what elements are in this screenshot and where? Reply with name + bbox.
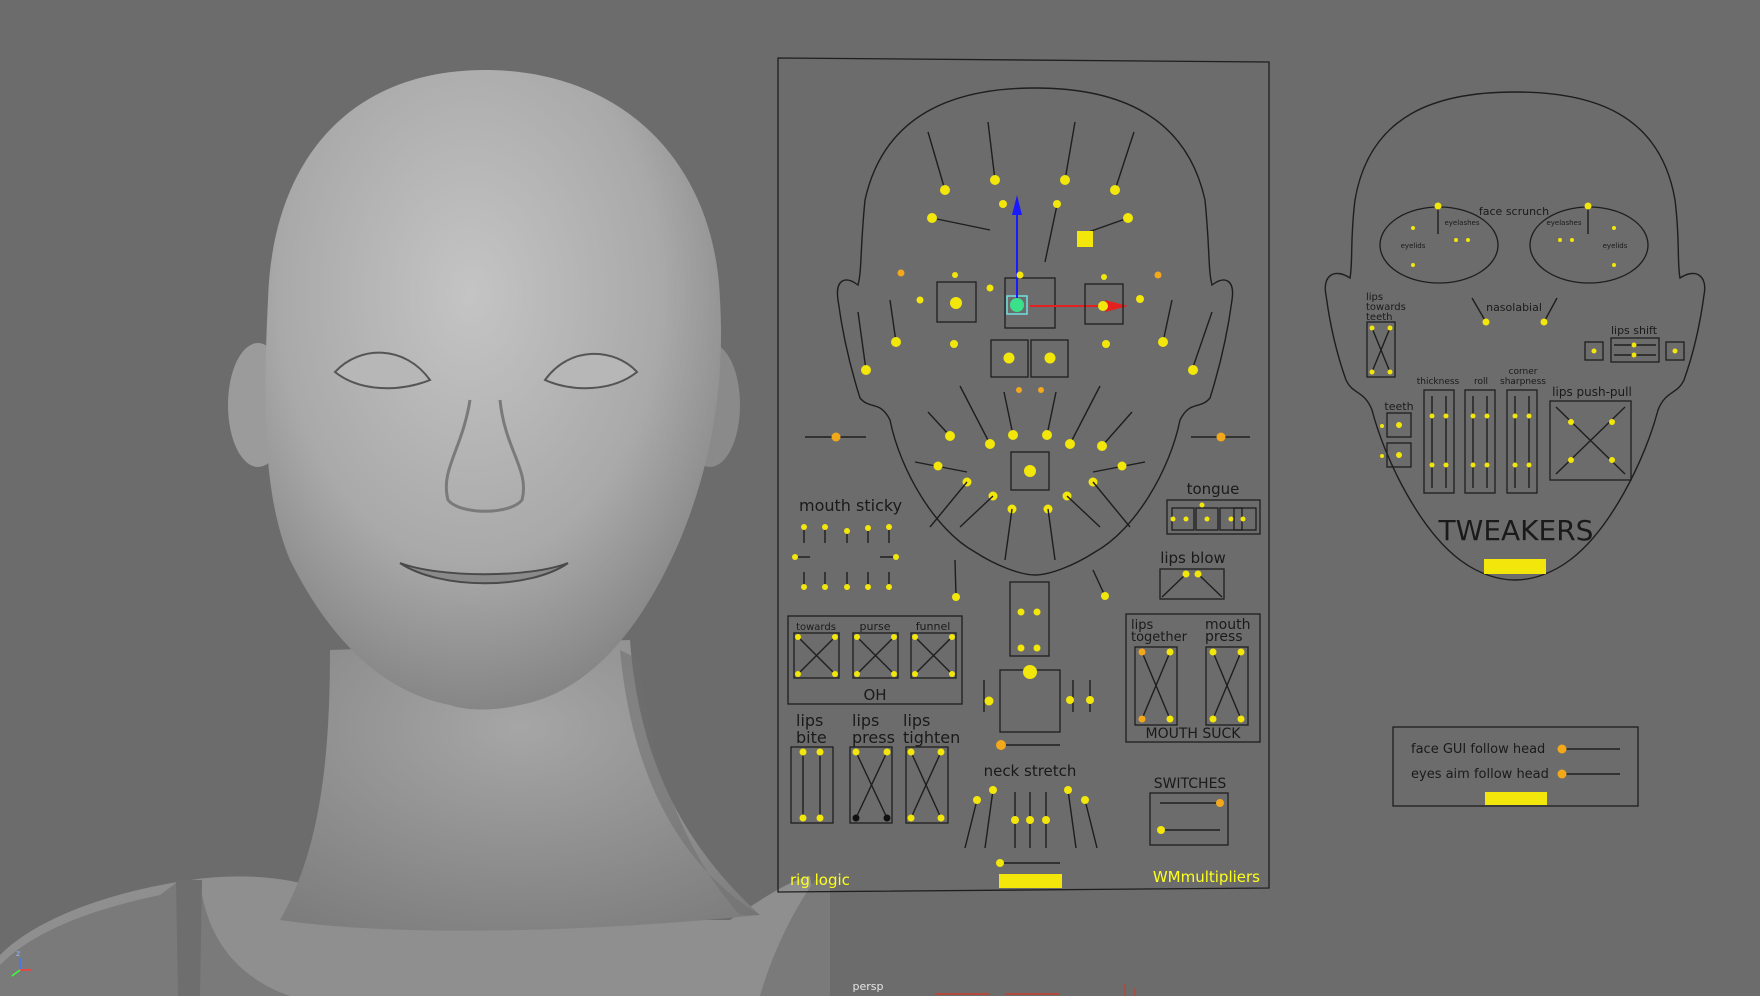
face-gui-follow-head-label: face GUI follow head bbox=[1411, 742, 1545, 757]
corner-sharpness-label-2: sharpness bbox=[1500, 377, 1546, 387]
nasolabial-group[interactable]: nasolabial bbox=[1471, 297, 1558, 326]
lips-bite-label-2: bite bbox=[796, 728, 827, 747]
switches-label: SWITCHES bbox=[1154, 776, 1227, 792]
tweakers-title: TWEAKERS bbox=[1438, 514, 1594, 547]
eyes-aim-follow-handle[interactable] bbox=[1557, 769, 1567, 779]
mouth-suck-group[interactable]: lips together mouth press MOUTH SUCK bbox=[1125, 613, 1261, 743]
wm-multipliers-label[interactable]: WMmultipliers bbox=[1153, 868, 1260, 886]
lips-blow-label: lips blow bbox=[1160, 549, 1226, 567]
face-gui-follow-handle[interactable] bbox=[1557, 744, 1567, 754]
lips-push-pull-label: lips push-pull bbox=[1552, 385, 1632, 399]
eye-controls-right[interactable] bbox=[1084, 271, 1213, 376]
oh-towards-label: towards bbox=[796, 622, 836, 633]
head-model[interactable] bbox=[0, 70, 830, 996]
main-panel-select-bar[interactable] bbox=[999, 874, 1062, 888]
lips-bite-group[interactable]: lips bite bbox=[790, 711, 834, 824]
eyelashes-right-label: eyelashes bbox=[1546, 219, 1581, 227]
teeth-group[interactable]: teeth bbox=[1380, 400, 1414, 468]
mouth-press-label-2: press bbox=[1205, 629, 1243, 645]
eye-controls-left[interactable] bbox=[857, 269, 994, 376]
lips-push-pull-group[interactable]: lips push-pull bbox=[1549, 385, 1632, 481]
lips-tighten-label-2: tighten bbox=[903, 728, 960, 747]
lips-together-box[interactable] bbox=[1134, 646, 1178, 726]
lips-towards-teeth-group[interactable]: lips towards teeth bbox=[1366, 292, 1406, 378]
camera-label: persp bbox=[853, 980, 884, 993]
neck-stretch-label: neck stretch bbox=[984, 762, 1077, 780]
corner-sharpness-label-1: corner bbox=[1509, 367, 1538, 377]
lips-press-label-2: press bbox=[852, 728, 895, 747]
eyelashes-left-label: eyelashes bbox=[1444, 219, 1479, 227]
switches-group[interactable]: SWITCHES bbox=[1149, 776, 1229, 846]
mouth-suck-label: MOUTH SUCK bbox=[1146, 726, 1242, 742]
follow-panel-select-bar[interactable] bbox=[1485, 792, 1547, 805]
oh-towards-box[interactable] bbox=[793, 632, 840, 679]
roll-group[interactable]: roll bbox=[1464, 377, 1496, 494]
mouth-sticky-label: mouth sticky bbox=[799, 496, 902, 515]
strap-left bbox=[176, 880, 202, 996]
teeth-label: teeth bbox=[1384, 400, 1413, 413]
square-handle[interactable] bbox=[1077, 231, 1093, 247]
mouth-press-box[interactable] bbox=[1205, 646, 1249, 726]
tongue-group[interactable]: tongue bbox=[1166, 480, 1261, 535]
corner-sharpness-group[interactable]: corner sharpness bbox=[1500, 367, 1546, 494]
mouth-sticky-sliders[interactable] bbox=[792, 524, 899, 590]
lips-shift-label: lips shift bbox=[1611, 324, 1658, 337]
tweakers-select-bar[interactable] bbox=[1484, 559, 1546, 574]
thickness-label: thickness bbox=[1417, 377, 1460, 387]
neck-stretch-group[interactable]: neck stretch bbox=[964, 762, 1098, 867]
oh-funnel-label: funnel bbox=[916, 620, 951, 633]
nasolabial-label: nasolabial bbox=[1486, 301, 1542, 314]
axis-z-label: z bbox=[16, 949, 20, 958]
tongue-label: tongue bbox=[1187, 480, 1240, 498]
oh-purse-label: purse bbox=[860, 620, 891, 633]
oh-purse-box[interactable] bbox=[852, 632, 899, 679]
lips-together-label-2: together bbox=[1131, 630, 1188, 645]
eyelids-left-label: eyelids bbox=[1401, 242, 1426, 250]
jaw-controls[interactable] bbox=[983, 581, 1094, 750]
rig-logic-label[interactable]: rig logic bbox=[790, 871, 850, 889]
mouth-sticky-group[interactable]: mouth sticky bbox=[792, 496, 902, 590]
oh-title: OH bbox=[863, 686, 886, 704]
oh-funnel-box[interactable] bbox=[910, 632, 957, 679]
face-scrunch-label: face scrunch bbox=[1479, 205, 1549, 218]
ear-sliders[interactable] bbox=[805, 432, 1250, 442]
selected-control[interactable] bbox=[1010, 298, 1024, 312]
thickness-group[interactable]: thickness bbox=[1417, 377, 1460, 494]
maya-viewport[interactable]: z persp mouth sticky towards purse funne… bbox=[0, 0, 1760, 996]
oh-group[interactable]: towards purse funnel OH bbox=[787, 615, 963, 705]
roll-label: roll bbox=[1474, 377, 1488, 387]
lips-tighten-group[interactable]: lips tighten bbox=[903, 711, 960, 824]
tweakers-panel[interactable]: eyelids eyelashes eyelashes eyelids face… bbox=[1324, 91, 1706, 581]
eyes-aim-follow-head-label: eyes aim follow head bbox=[1411, 767, 1549, 782]
face-gui-panel[interactable]: mouth sticky towards purse funnel OH lip… bbox=[777, 57, 1270, 893]
head-shape bbox=[265, 70, 722, 710]
lips-press-group[interactable]: lips press bbox=[849, 711, 895, 824]
cheek-controls[interactable] bbox=[914, 385, 1146, 601]
lips-blow-group[interactable]: lips blow bbox=[1159, 549, 1226, 600]
lips-shift-group[interactable]: lips shift bbox=[1584, 324, 1685, 363]
bottom-marks bbox=[935, 984, 1136, 996]
eyelids-right-label: eyelids bbox=[1603, 242, 1628, 250]
brow-controls[interactable] bbox=[927, 121, 1135, 263]
follow-head-panel[interactable]: face GUI follow head eyes aim follow hea… bbox=[1392, 726, 1639, 807]
